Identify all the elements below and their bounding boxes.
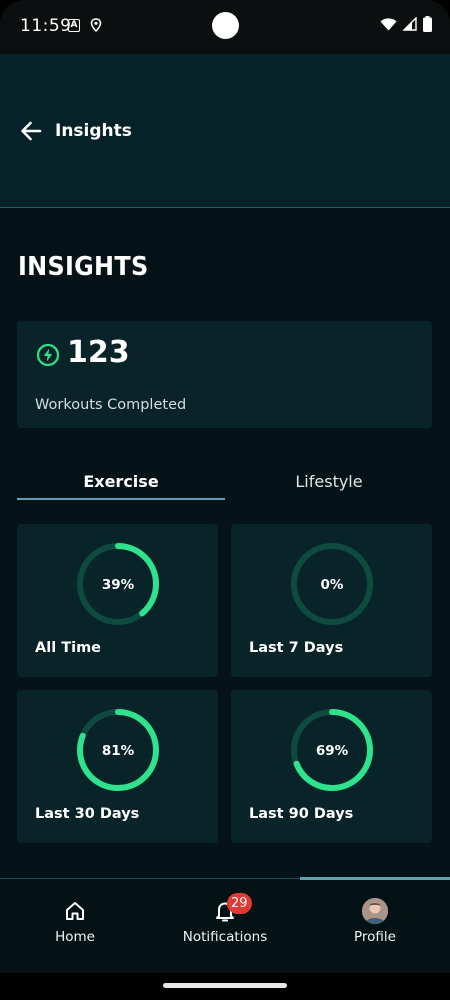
status-icons	[380, 16, 432, 32]
home-handle[interactable]	[163, 983, 287, 988]
home-icon	[66, 902, 84, 920]
nav-item-notifications[interactable]: 29 Notifications	[150, 879, 300, 974]
progress-percent: 0%	[321, 577, 344, 593]
tab-indicator	[17, 498, 225, 500]
signal-icon	[403, 17, 417, 31]
progress-ring: 39%	[77, 543, 159, 625]
insight-tabs: Exercise Lifestyle	[17, 464, 432, 502]
status-bar: 11:59 A	[0, 0, 450, 54]
progress-ring: 0%	[291, 543, 373, 625]
stat-card-last-30-days[interactable]: 81% Last 30 Days	[17, 690, 218, 843]
stat-card-last-90-days[interactable]: 69% Last 90 Days	[231, 690, 432, 843]
progress-percent: 81%	[102, 743, 135, 759]
nav-label: Home	[55, 929, 95, 945]
nav-label: Profile	[354, 929, 396, 945]
camera-cutout	[212, 12, 239, 39]
stat-label: Last 30 Days	[35, 806, 140, 822]
stat-label: All Time	[35, 640, 102, 656]
nav-item-home[interactable]: Home	[0, 879, 150, 974]
progress-percent: 39%	[102, 577, 135, 593]
page-title: INSIGHTS	[18, 252, 149, 282]
stat-card-last-7-days[interactable]: 0% Last 7 Days	[231, 524, 432, 677]
location-icon	[90, 18, 102, 32]
font-a-icon: A	[68, 19, 80, 32]
workouts-count: 123	[67, 335, 130, 370]
system-home-bar	[0, 973, 450, 1000]
tab-exercise[interactable]: Exercise	[17, 464, 225, 500]
workouts-summary-card: 123 Workouts Completed	[17, 321, 432, 428]
nav-item-profile[interactable]: Profile	[300, 879, 450, 974]
notification-badge: 29	[227, 893, 252, 914]
back-arrow-icon[interactable]	[18, 118, 44, 144]
lightning-icon	[36, 343, 60, 367]
bottom-navigation: Home 29 Notifications Profile	[0, 877, 450, 974]
progress-percent: 69%	[316, 743, 349, 759]
app-bar-title: Insights	[55, 121, 132, 141]
nav-label: Notifications	[182, 929, 268, 945]
wifi-icon	[380, 17, 397, 30]
app-bar: Insights	[0, 54, 450, 208]
tab-lifestyle[interactable]: Lifestyle	[225, 464, 433, 500]
battery-icon	[423, 16, 432, 32]
workouts-label: Workouts Completed	[35, 397, 187, 413]
progress-ring: 69%	[291, 709, 373, 791]
avatar	[362, 898, 388, 924]
progress-ring: 81%	[77, 709, 159, 791]
phone-screen: 11:59 A Insights INSIGHTS 123 Workouts C…	[0, 0, 450, 1000]
stat-label: Last 90 Days	[249, 806, 354, 822]
stat-card-all-time[interactable]: 39% All Time	[17, 524, 218, 677]
status-time: 11:59	[20, 16, 72, 36]
stat-label: Last 7 Days	[249, 640, 344, 656]
